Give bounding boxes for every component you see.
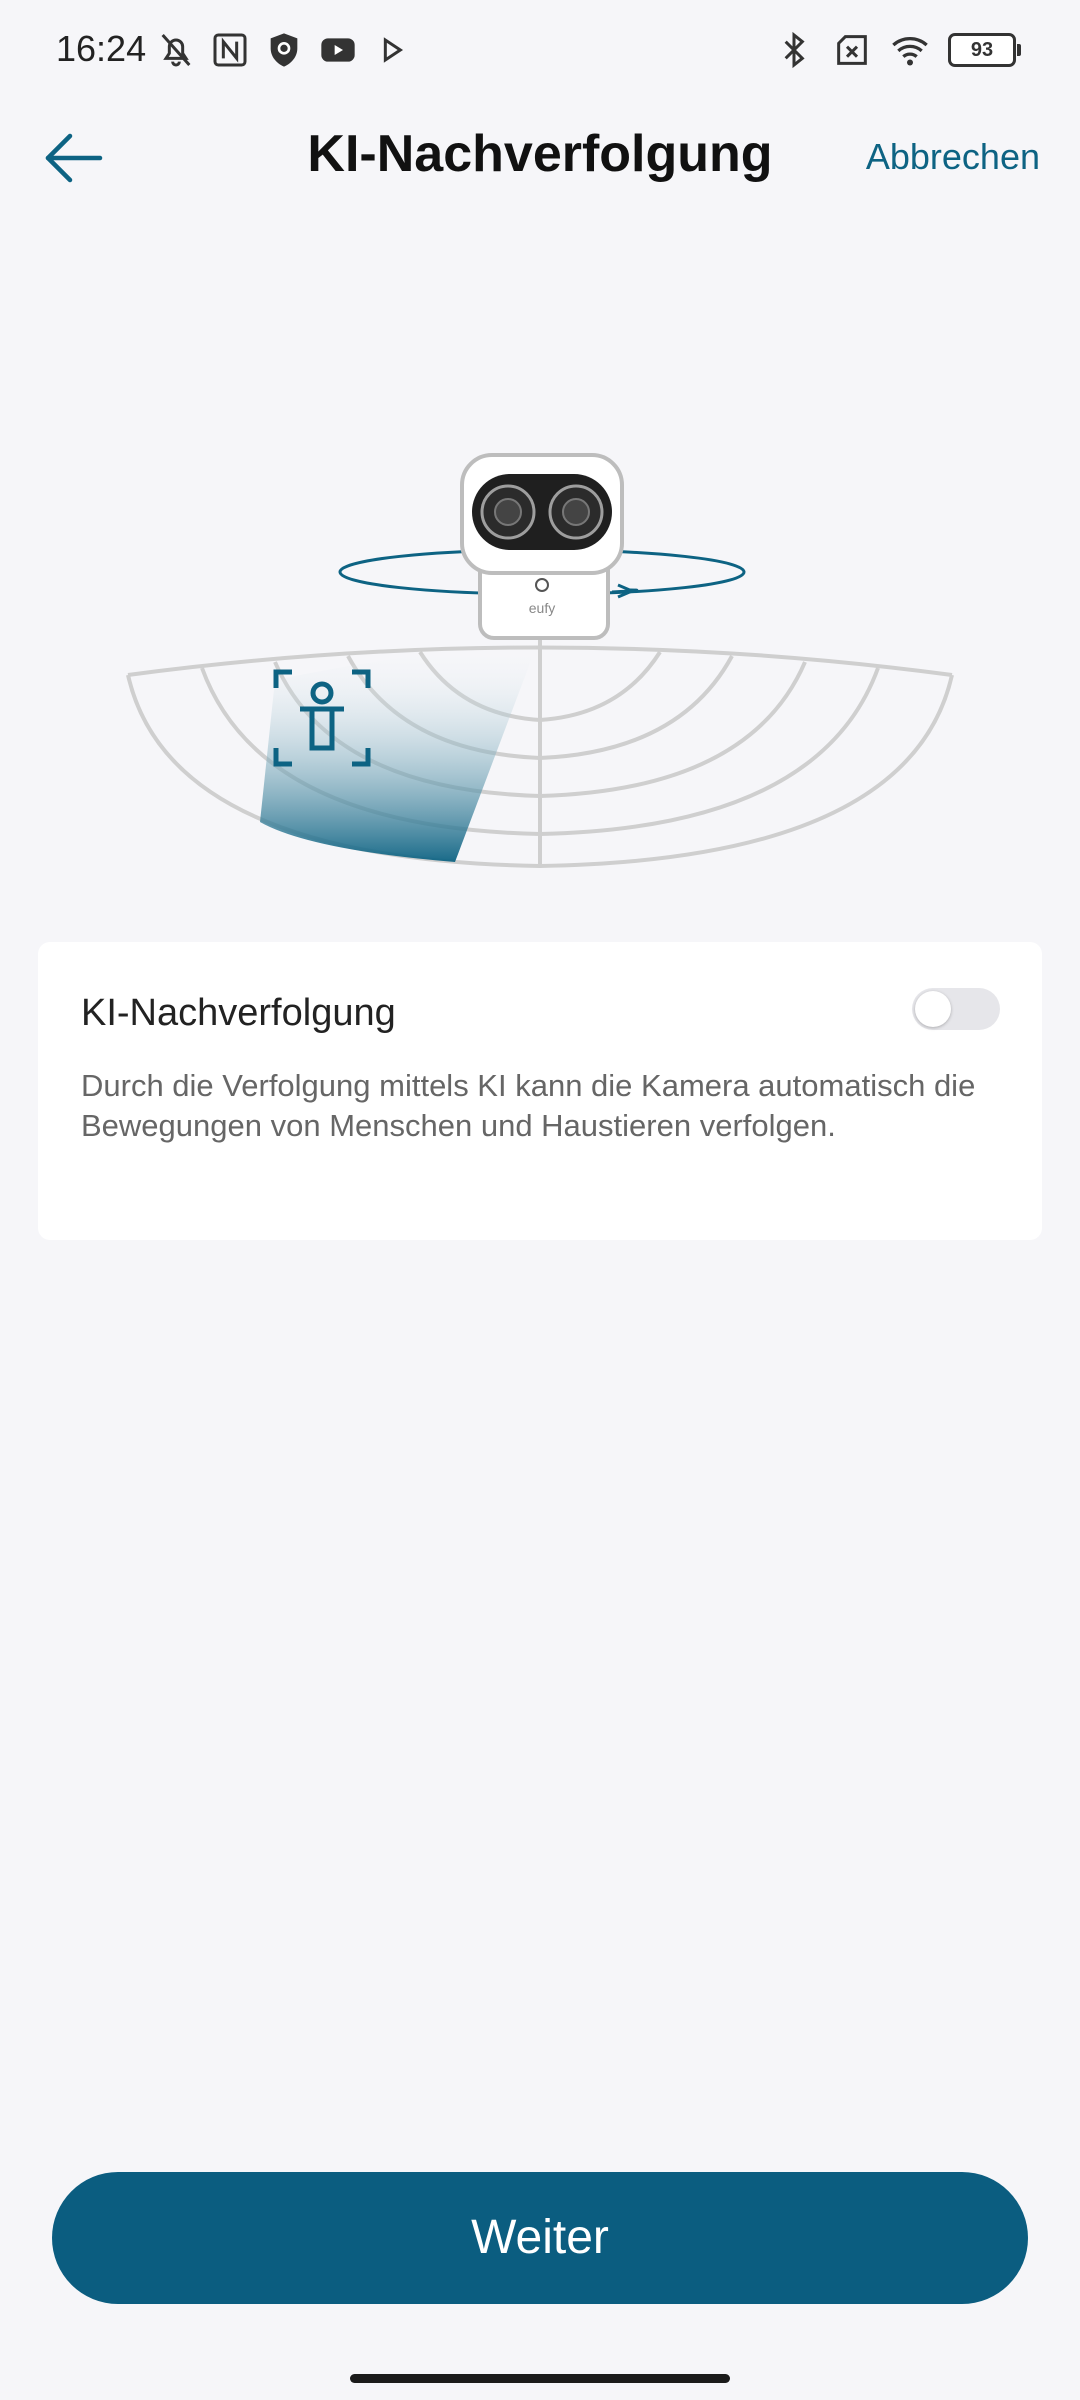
tracking-diagram: eufy bbox=[126, 453, 954, 869]
battery-level: 93 bbox=[970, 39, 994, 61]
play-store-icon bbox=[383, 37, 404, 63]
nfc-icon bbox=[213, 33, 247, 67]
camera-brand-label: eufy bbox=[529, 600, 555, 616]
home-indicator[interactable] bbox=[350, 2374, 730, 2383]
battery-icon: 93 bbox=[948, 33, 1021, 67]
ai-tracking-toggle[interactable] bbox=[912, 988, 1000, 1030]
bluetooth-icon bbox=[784, 31, 805, 69]
ai-tracking-card: KI-Nachverfolgung Durch die Verfolgung m… bbox=[38, 942, 1042, 1240]
tracking-beam bbox=[260, 642, 538, 862]
status-left-icons bbox=[156, 30, 412, 70]
ai-tracking-label: KI-Nachverfolgung bbox=[81, 992, 396, 1034]
floor-arcs bbox=[126, 640, 954, 869]
status-bar: 16:24 93 bbox=[0, 0, 1080, 100]
app-header: KI-Nachverfolgung Abbrechen bbox=[0, 100, 1080, 210]
ai-tracking-description: Durch die Verfolgung mittels KI kann die… bbox=[81, 1068, 976, 1143]
toggle-knob bbox=[915, 991, 951, 1027]
status-time: 16:24 bbox=[56, 28, 147, 69]
muted-bell-icon bbox=[161, 34, 191, 67]
no-sim-icon bbox=[837, 35, 867, 65]
wifi-icon bbox=[892, 37, 928, 66]
cancel-button[interactable]: Abbrechen bbox=[866, 136, 1040, 178]
youtube-icon bbox=[321, 38, 355, 62]
camera-icon: eufy bbox=[460, 453, 624, 640]
next-button[interactable]: Weiter bbox=[52, 2172, 1028, 2304]
shield-icon bbox=[270, 33, 298, 67]
status-right-icons: 93 bbox=[774, 30, 1021, 70]
ai-tracking-illustration: eufy bbox=[110, 430, 970, 890]
